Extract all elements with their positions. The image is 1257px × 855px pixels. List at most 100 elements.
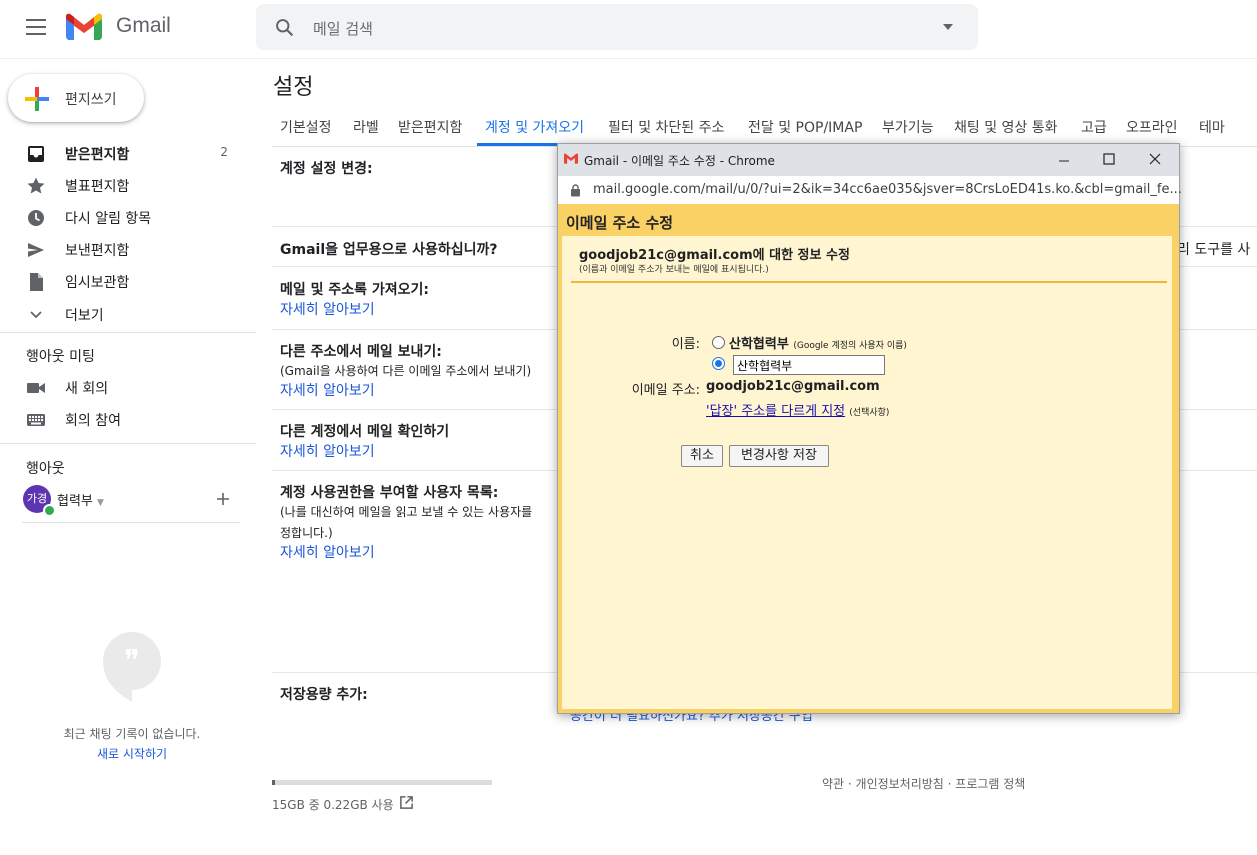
send-as-subtext: (Gmail을 사용하여 다른 이메일 주소에서 보내기) xyxy=(280,364,532,378)
sidebar-divider xyxy=(0,443,256,444)
sidebar-item-new-meeting[interactable]: 새 회의 xyxy=(0,371,245,403)
chat-bubble-icon: ❞ xyxy=(103,632,161,702)
tab-10[interactable]: 테마 xyxy=(1199,117,1225,137)
send-as-heading: 다른 주소에서 메일 보내기: xyxy=(280,344,442,360)
edit-email-popup-window[interactable]: Gmail - 이메일 주소 수정 - Chrome mail.google.c… xyxy=(557,143,1182,714)
inbox-count: 2 xyxy=(220,145,228,159)
import-heading: 메일 및 주소록 가져오기: xyxy=(280,282,430,298)
name-option-google[interactable]: 산학협력부 (Google 계정의 사용자 이름) xyxy=(729,333,907,352)
video-icon xyxy=(27,383,45,393)
search-input[interactable]: 메일 검색 xyxy=(313,18,373,39)
search-bar[interactable]: 메일 검색 xyxy=(256,4,978,50)
gmail-favicon-icon xyxy=(564,153,578,164)
meet-heading: 행아웃 미팅 xyxy=(26,349,95,365)
sidebar-item-more[interactable]: 더보기 xyxy=(0,298,245,330)
email-value: goodjob21c@gmail.com xyxy=(706,379,880,394)
maximize-icon[interactable] xyxy=(1103,153,1115,165)
main-menu-button[interactable] xyxy=(26,19,46,35)
send-icon xyxy=(28,243,44,257)
email-label: 이메일 주소: xyxy=(631,383,700,398)
chat-empty-text: 최근 채팅 기록이 없습니다. xyxy=(63,727,201,741)
storage-usage-bar xyxy=(272,780,492,785)
tab-8[interactable]: 고급 xyxy=(1081,117,1107,137)
caret-down-icon: ▼ xyxy=(97,498,104,508)
star-icon xyxy=(27,177,45,194)
lock-icon xyxy=(571,184,580,197)
business-heading: Gmail을 업무용으로 사용하십니까? xyxy=(280,242,498,258)
edit-subtitle: (이름과 이메일 주소가 보내는 메일에 표시됩니다.) xyxy=(579,265,769,275)
sidebar-item-join-meeting[interactable]: 회의 참여 xyxy=(0,403,245,435)
send-as-learn-more-link[interactable]: 자세히 알아보기 xyxy=(280,380,375,400)
header-divider xyxy=(0,58,1257,59)
keyboard-icon xyxy=(27,414,45,426)
plus-icon xyxy=(25,87,49,111)
tab-5[interactable]: 전달 및 POP/IMAP xyxy=(748,117,862,137)
grant-access-subtext: 정합니다.) xyxy=(280,526,333,540)
dialog-header: 이메일 주소 수정 xyxy=(566,214,674,232)
tab-2[interactable]: 받은편지함 xyxy=(398,117,462,137)
online-status-icon xyxy=(43,504,56,517)
storage-usage-text: 15GB 중 0.22GB 사용 xyxy=(272,798,394,812)
gmail-brand: Gmail xyxy=(116,14,171,37)
name-label: 이름: xyxy=(671,337,700,352)
compose-label: 편지쓰기 xyxy=(65,92,117,108)
change-account-heading: 계정 설정 변경: xyxy=(280,161,373,177)
grant-learn-more-link[interactable]: 자세히 알아보기 xyxy=(280,542,375,562)
open-in-new-icon[interactable] xyxy=(399,795,414,810)
tab-4[interactable]: 필터 및 차단된 주소 xyxy=(608,117,724,137)
popup-titlebar[interactable]: Gmail - 이메일 주소 수정 - Chrome xyxy=(558,144,1179,176)
storage-heading: 저장용량 추가: xyxy=(280,687,368,703)
grant-access-subtext: (나를 대신하여 메일을 읽고 보낼 수 있는 사용자를 xyxy=(280,505,533,519)
clock-icon xyxy=(28,210,44,226)
chevron-down-icon xyxy=(30,311,42,319)
hangouts-user-name[interactable]: 협력부 ▼ xyxy=(57,490,104,509)
sidebar-item-inbox[interactable]: 받은편지함 2 xyxy=(0,137,245,169)
tab-9[interactable]: 오프라인 xyxy=(1126,117,1178,137)
page-title: 설정 xyxy=(273,75,314,100)
name-input[interactable] xyxy=(733,355,885,375)
svg-text:❞: ❞ xyxy=(124,644,140,679)
name-option-custom-radio[interactable] xyxy=(712,357,725,370)
save-changes-button[interactable]: 변경사항 저장 xyxy=(729,445,829,467)
popup-url-bar[interactable]: mail.google.com/mail/u/0/?ui=2&ik=34cc6a… xyxy=(558,176,1182,205)
chat-start-link[interactable]: 새로 시작하기 xyxy=(0,745,264,762)
hangouts-heading: 행아웃 xyxy=(26,461,65,477)
sidebar-divider xyxy=(22,522,240,523)
popup-window-title: Gmail - 이메일 주소 수정 - Chrome xyxy=(584,154,775,168)
tab-3[interactable]: 계정 및 가져오기 xyxy=(485,117,584,137)
reply-address-row: '답장' 주소를 다르게 지정 (선택사항) xyxy=(706,404,890,419)
minimize-icon[interactable] xyxy=(1058,155,1070,167)
inbox-icon xyxy=(28,146,44,162)
close-icon[interactable] xyxy=(1149,153,1161,165)
check-mail-learn-more-link[interactable]: 자세히 알아보기 xyxy=(280,441,375,461)
compose-button[interactable]: 편지쓰기 xyxy=(8,74,144,122)
sidebar-item-drafts[interactable]: 임시보관함 xyxy=(0,265,245,297)
sidebar-divider xyxy=(0,332,256,333)
storage-usage-fill xyxy=(272,780,275,785)
reply-address-link[interactable]: '답장' 주소를 다르게 지정 xyxy=(706,404,845,419)
tab-7[interactable]: 채팅 및 영상 통화 xyxy=(954,117,1058,137)
gmail-logo-icon[interactable] xyxy=(66,13,102,44)
search-options-icon[interactable] xyxy=(942,23,954,31)
footer-links[interactable]: 약관 · 개인정보처리방침 · 프로그램 정책 xyxy=(822,775,1025,792)
grant-access-heading: 계정 사용권한을 부여할 사용자 목록: xyxy=(280,485,499,501)
popup-url: mail.google.com/mail/u/0/?ui=2&ik=34cc6a… xyxy=(593,182,1182,197)
name-option-google-radio[interactable] xyxy=(712,336,725,349)
sidebar-item-starred[interactable]: 별표편지함 xyxy=(0,169,245,201)
search-icon[interactable] xyxy=(274,17,295,38)
import-learn-more-link[interactable]: 자세히 알아보기 xyxy=(280,299,375,319)
draft-icon xyxy=(30,273,43,291)
sidebar-item-snoozed[interactable]: 다시 알림 항목 xyxy=(0,201,245,233)
check-mail-heading: 다른 계정에서 메일 확인하기 xyxy=(280,424,450,440)
add-icon[interactable] xyxy=(215,491,231,507)
edit-title: goodjob21c@gmail.com에 대한 정보 수정 xyxy=(579,248,850,263)
tab-6[interactable]: 부가기능 xyxy=(882,117,934,137)
tab-1[interactable]: 라벨 xyxy=(353,117,379,137)
edit-email-dialog: 이메일 주소 수정 goodjob21c@gmail.com에 대한 정보 수정… xyxy=(558,204,1179,713)
tab-0[interactable]: 기본설정 xyxy=(280,117,332,137)
sidebar-item-sent[interactable]: 보낸편지함 xyxy=(0,233,245,265)
dialog-body: goodjob21c@gmail.com에 대한 정보 수정 (이름과 이메일 … xyxy=(562,236,1172,709)
business-right-text: 리 도구를 사 xyxy=(1177,242,1251,258)
dialog-separator xyxy=(571,281,1167,283)
cancel-button[interactable]: 취소 xyxy=(681,445,723,467)
